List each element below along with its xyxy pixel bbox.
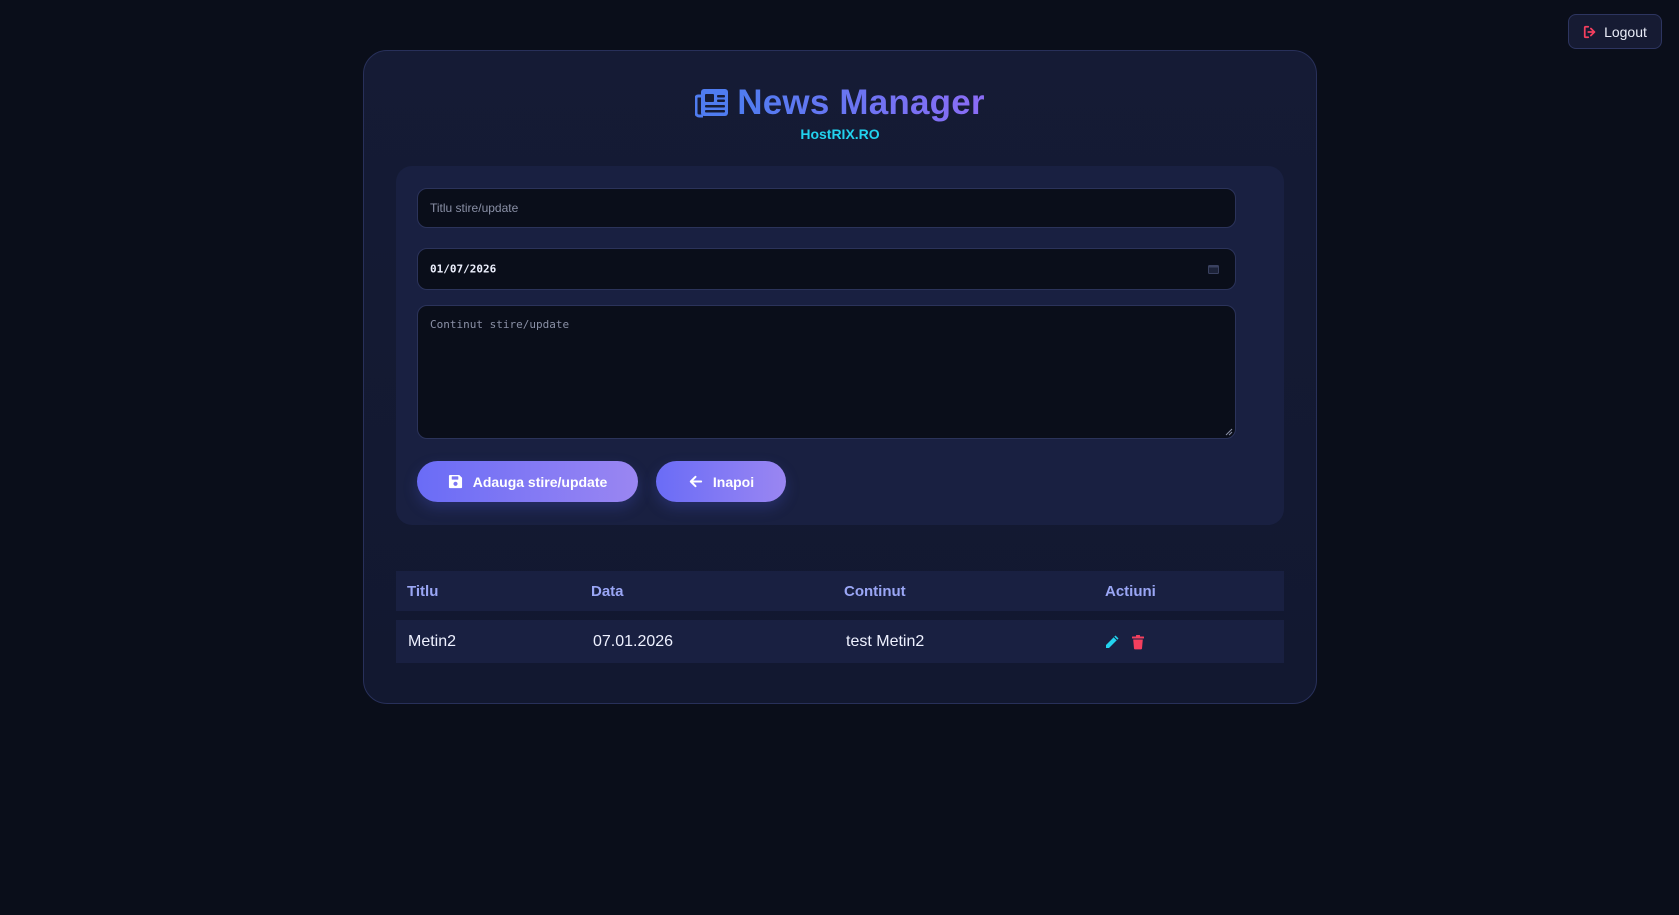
calendar-icon[interactable]	[1208, 264, 1219, 274]
logout-label: Logout	[1604, 23, 1647, 40]
title-input-placeholder: Titlu stire/update	[430, 201, 519, 215]
table-header: Titlu Data Continut Actiuni	[396, 571, 1284, 611]
news-form: Titlu stire/update 01/07/2026 Continut s…	[396, 166, 1284, 525]
cell-actions	[1095, 634, 1284, 650]
title-input[interactable]: Titlu stire/update	[417, 188, 1236, 228]
content-textarea-placeholder: Continut stire/update	[430, 318, 570, 331]
arrow-left-icon	[688, 474, 703, 489]
page-title: News Manager	[737, 83, 985, 122]
column-header-titlu: Titlu	[407, 582, 439, 600]
date-input-value: 01/07/2026	[430, 262, 497, 276]
title-row: News Manager	[364, 81, 1316, 125]
news-manager-card: News Manager HostRIX.RO Titlu stire/upda…	[363, 50, 1317, 704]
resize-handle-icon[interactable]	[1225, 428, 1233, 436]
floppy-disk-icon	[448, 474, 463, 489]
page-subtitle: HostRIX.RO	[800, 126, 880, 142]
news-table: Titlu Data Continut Actiuni Metin2 07.01…	[396, 571, 1284, 663]
content-textarea[interactable]: Continut stire/update	[417, 305, 1236, 439]
newspaper-icon	[695, 88, 729, 118]
add-news-label: Adauga stire/update	[472, 473, 608, 490]
logout-icon	[1583, 25, 1597, 39]
add-news-button[interactable]: Adauga stire/update	[417, 461, 638, 502]
cell-date: 07.01.2026	[593, 632, 674, 650]
date-input[interactable]: 01/07/2026	[417, 248, 1236, 290]
back-button[interactable]: Inapoi	[656, 461, 786, 502]
delete-trash-icon[interactable]	[1130, 634, 1146, 650]
header: News Manager HostRIX.RO	[364, 81, 1316, 142]
column-header-continut: Continut	[844, 582, 906, 600]
edit-pencil-icon[interactable]	[1104, 634, 1120, 650]
back-label: Inapoi	[712, 473, 755, 490]
column-header-actiuni: Actiuni	[1105, 582, 1156, 600]
cell-title: Metin2	[408, 632, 457, 650]
column-header-data: Data	[591, 582, 624, 600]
logout-button[interactable]: Logout	[1568, 14, 1662, 49]
table-row: Metin2 07.01.2026 test Metin2	[396, 620, 1284, 663]
cell-content: test Metin2	[846, 632, 925, 650]
